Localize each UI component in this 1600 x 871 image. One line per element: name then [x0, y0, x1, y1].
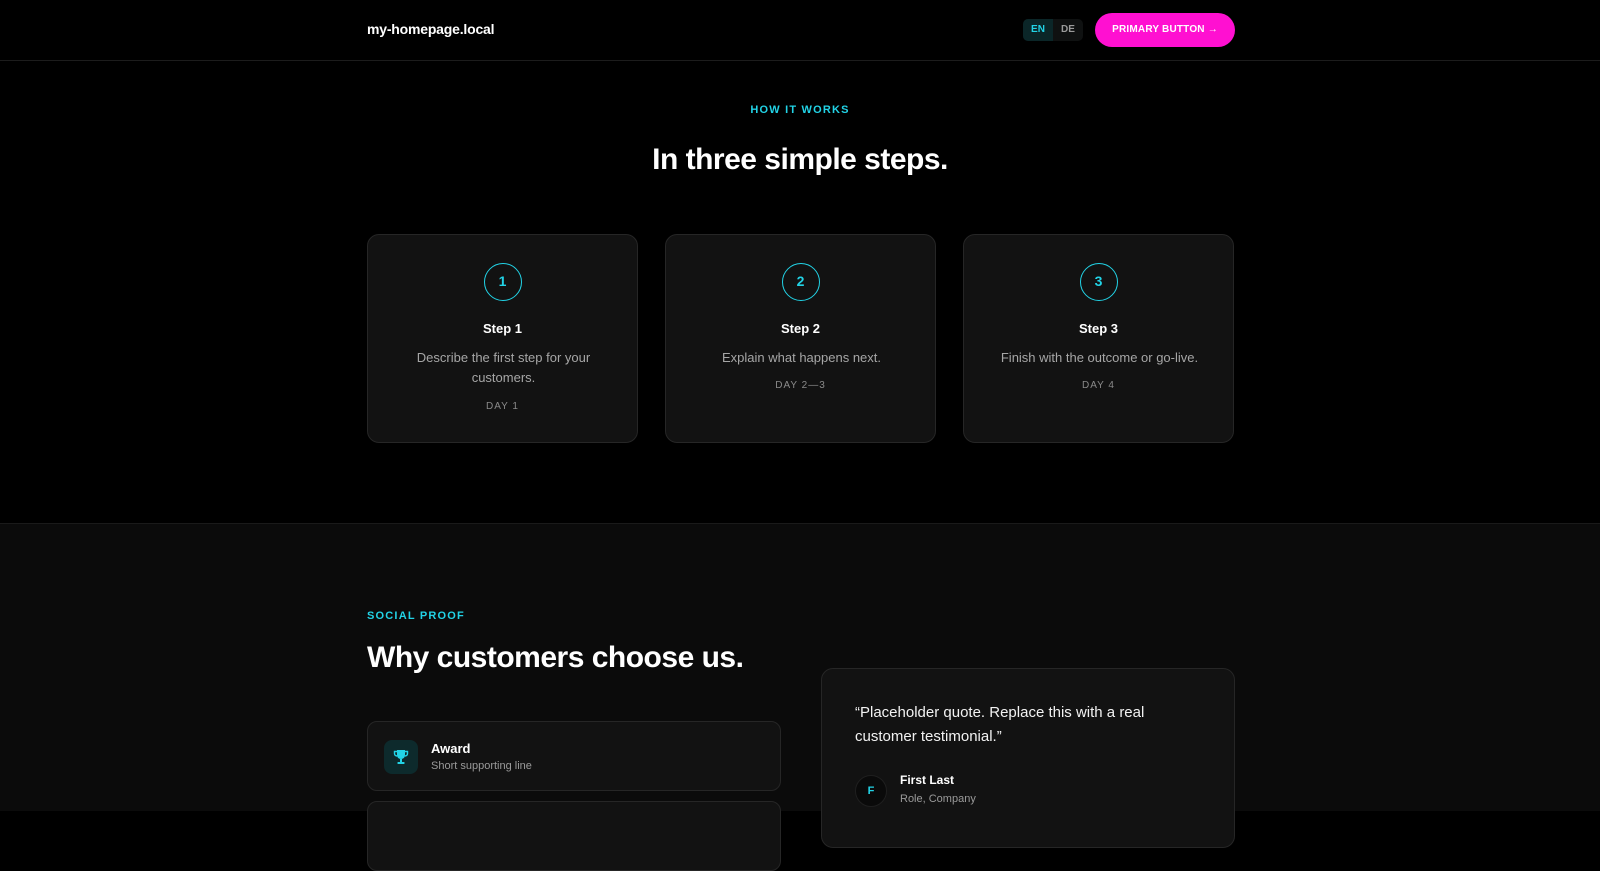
section-eyebrow: HOW IT WORKS	[750, 104, 850, 116]
highlight-title: Award	[431, 741, 471, 756]
step-day: DAY 2—3	[775, 380, 826, 391]
section-title: Why customers choose us.	[367, 641, 744, 674]
avatar: F	[855, 775, 887, 807]
lang-button-de[interactable]: DE	[1053, 19, 1083, 41]
testimonial-name: First Last	[900, 773, 955, 787]
highlight-subtitle: Short supporting line	[431, 760, 532, 772]
primary-button[interactable]: PRIMARY BUTTON →	[1095, 13, 1235, 47]
step-day: DAY 4	[1082, 380, 1115, 391]
lang-button-en[interactable]: EN	[1023, 19, 1053, 41]
site-header: my-homepage.local EN DE PRIMARY BUTTON →	[0, 0, 1600, 61]
highlight-card: Award Short supporting line	[367, 721, 781, 791]
step-description: Describe the first step for your custome…	[416, 350, 591, 385]
step-title: Step 3	[1078, 321, 1118, 336]
testimonial-card: “Placeholder quote. Replace this with a …	[821, 668, 1235, 848]
step-description: Finish with the outcome or go-live.	[1000, 350, 1199, 365]
section-title: In three simple steps.	[652, 143, 948, 176]
step-number-badge: 1	[483, 263, 522, 301]
step-card-2: 2 Step 2 Explain what happens next. DAY …	[665, 234, 936, 443]
step-card-3: 3 Step 3 Finish with the outcome or go-l…	[963, 234, 1234, 443]
step-title: Step 2	[780, 321, 820, 336]
testimonial-quote: “Placeholder quote. Replace this with a …	[855, 704, 1145, 745]
step-number-badge: 2	[781, 263, 820, 301]
step-day: DAY 1	[486, 401, 519, 412]
trophy-icon	[384, 740, 418, 774]
step-title: Step 1	[482, 321, 522, 336]
testimonial-role: Role, Company	[900, 793, 976, 805]
how-it-works-section: HOW IT WORKS In three simple steps. 1 St…	[0, 61, 1600, 524]
step-card-1: 1 Step 1 Describe the first step for you…	[367, 234, 638, 443]
highlight-card	[367, 801, 781, 871]
step-number-badge: 3	[1079, 263, 1118, 301]
step-description: Explain what happens next.	[722, 350, 881, 365]
section-eyebrow: SOCIAL PROOF	[367, 610, 465, 622]
language-switcher: EN DE	[1023, 19, 1083, 41]
social-proof-section: SOCIAL PROOF Why customers choose us. Aw…	[0, 524, 1600, 871]
site-logo[interactable]: my-homepage.local	[367, 21, 495, 37]
